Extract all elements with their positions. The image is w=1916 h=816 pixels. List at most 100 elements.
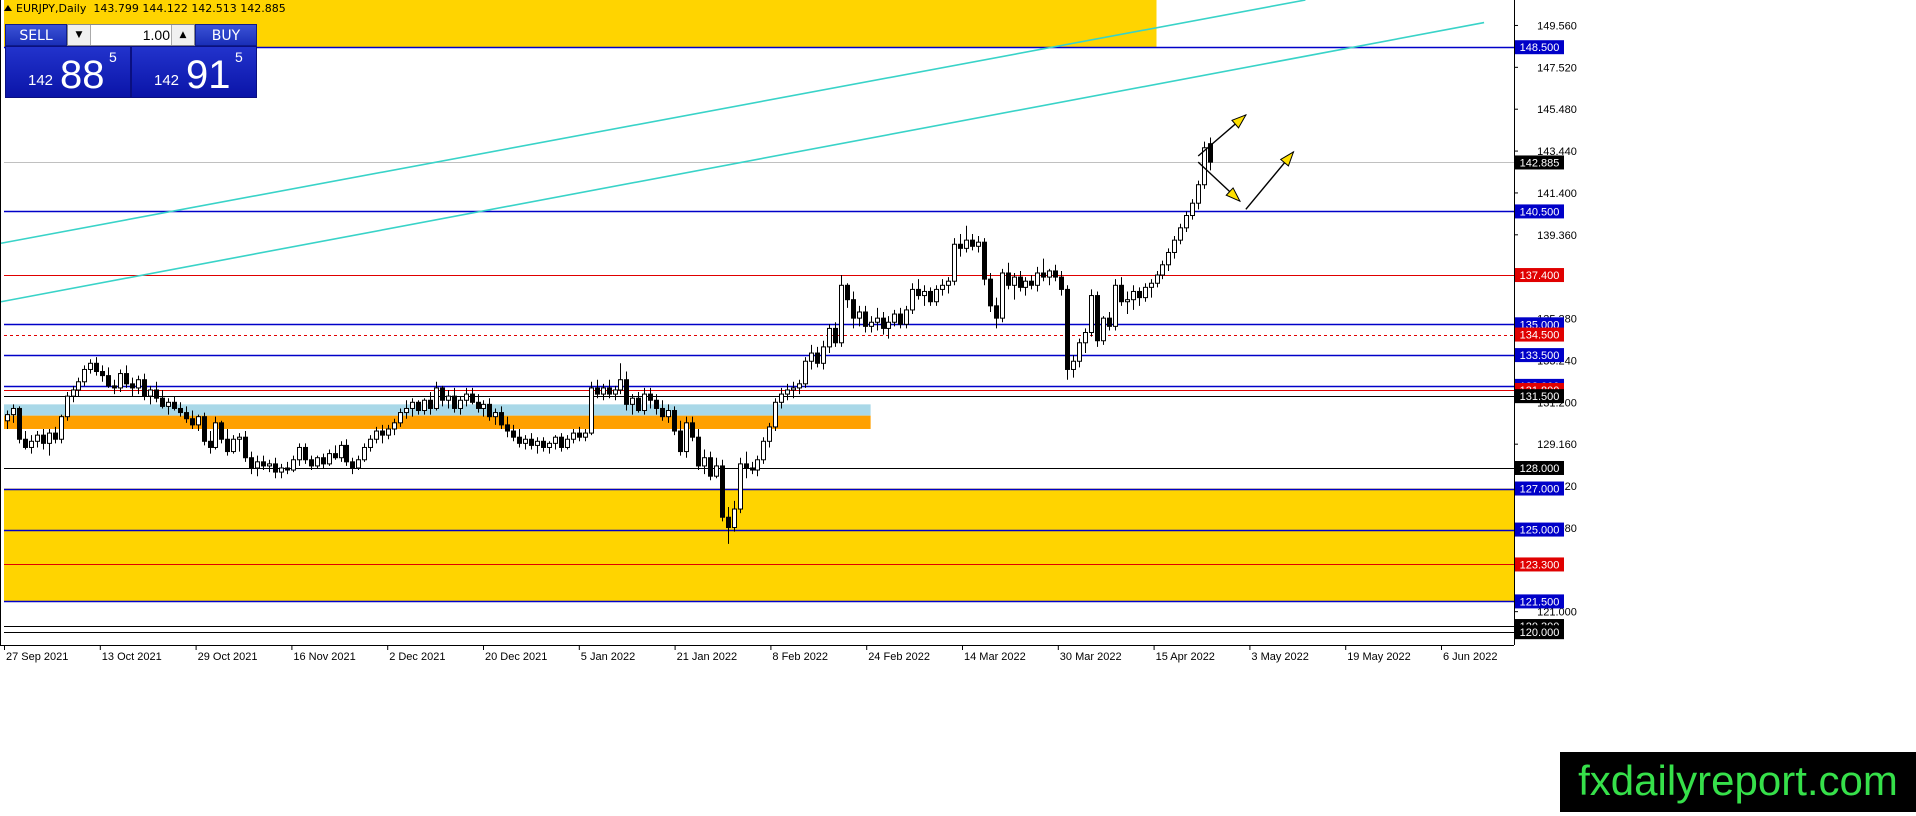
bull-candle — [553, 436, 558, 444]
x-tick-label: 27 Sep 2021 — [6, 651, 68, 663]
bear-candle — [261, 461, 266, 467]
bull-candle — [1012, 276, 1017, 286]
bull-candle — [922, 290, 927, 297]
price-label: 134.500 — [1520, 330, 1560, 342]
bull-candle — [839, 284, 844, 344]
bull-candle — [392, 422, 397, 430]
bear-candle — [428, 399, 433, 409]
bull-candle — [1160, 264, 1165, 276]
bear-candle — [416, 401, 421, 412]
bull-candle — [1155, 274, 1160, 284]
y-tick-label: 139.360 — [1537, 230, 1577, 242]
bear-candle — [17, 407, 22, 440]
bear-candle — [845, 284, 850, 301]
bear-candle — [696, 436, 701, 467]
bear-candle — [470, 393, 475, 403]
one-click-trading-panel: SELL ▼ ▲ BUY 142 88 5 142 91 5 — [5, 24, 257, 98]
bull-candle — [1113, 284, 1118, 327]
y-tick-label: 121.000 — [1537, 607, 1577, 619]
bull-candle — [11, 407, 16, 416]
bear-candle — [219, 422, 224, 440]
bull-candle — [892, 313, 897, 323]
bear-candle — [708, 457, 713, 477]
bull-candle — [642, 393, 647, 412]
lot-size-control: ▼ ▲ — [67, 24, 195, 46]
lot-decrease-icon[interactable]: ▼ — [68, 25, 91, 45]
bear-candle — [1006, 272, 1011, 286]
bear-candle — [53, 432, 58, 440]
bull-candle — [1172, 239, 1177, 253]
bull-candle — [297, 446, 302, 461]
x-tick-label: 15 Apr 2022 — [1156, 651, 1215, 663]
bull-candle — [279, 467, 284, 473]
lot-increase-icon[interactable]: ▲ — [171, 25, 194, 45]
bull-candle — [213, 422, 218, 448]
bull-candle — [1023, 280, 1028, 288]
bear-candle — [928, 290, 933, 303]
bull-candle — [166, 401, 171, 407]
bear-candle — [851, 299, 856, 319]
symbol-timeframe: EURJPY,Daily — [16, 2, 87, 15]
bear-candle — [344, 444, 349, 463]
bear-candle — [1029, 280, 1034, 286]
bear-candle — [154, 389, 159, 399]
bear-candle — [106, 375, 111, 387]
price-label: 120.000 — [1520, 627, 1560, 639]
collapse-triangle-icon[interactable] — [4, 5, 12, 11]
y-tick-label: 141.400 — [1537, 188, 1577, 200]
bull-candle — [446, 395, 451, 401]
chart-title: EURJPY,Daily 143.799 144.122 142.513 142… — [4, 2, 286, 15]
bear-candle — [124, 373, 129, 385]
bear-candle — [750, 467, 755, 471]
watermark-logo: fxdailyreport.com — [1560, 752, 1916, 812]
bull-candle — [493, 412, 498, 418]
bear-candle — [487, 403, 492, 418]
price-label: 128.000 — [1520, 463, 1560, 475]
bull-candle — [386, 428, 391, 436]
bear-candle — [303, 446, 308, 461]
bull-candle — [231, 438, 236, 453]
bear-candle — [142, 379, 147, 397]
bull-candle — [1071, 360, 1076, 370]
bull-candle — [535, 440, 540, 446]
buy-button[interactable]: BUY — [195, 24, 257, 46]
bear-candle — [243, 436, 248, 459]
bear-candle — [636, 397, 641, 412]
bull-candle — [630, 397, 635, 405]
bull-candle — [1125, 299, 1130, 303]
bear-candle — [172, 401, 177, 409]
bull-candle — [827, 327, 832, 348]
bull-candle — [1166, 251, 1171, 266]
bear-candle — [916, 288, 921, 297]
bear-candle — [380, 430, 385, 436]
bull-candle — [797, 383, 802, 389]
bull-candle — [404, 407, 409, 414]
bid-fraction: 5 — [109, 49, 117, 65]
bear-candle — [452, 395, 457, 409]
bull-candle — [803, 360, 808, 385]
x-tick-label: 29 Oct 2021 — [198, 651, 258, 663]
bull-candle — [779, 393, 784, 403]
bull-candle — [434, 387, 439, 409]
zone-orange-band — [4, 415, 871, 429]
bear-candle — [333, 453, 338, 459]
sell-button[interactable]: SELL — [5, 24, 67, 46]
bull-candle — [5, 414, 10, 422]
price-label: 125.000 — [1520, 525, 1560, 537]
bear-candle — [624, 379, 629, 405]
bear-candle — [654, 399, 659, 409]
ask-pips: 91 — [186, 53, 231, 97]
bull-candle — [940, 284, 945, 290]
sell-price-button[interactable]: 142 88 5 — [5, 46, 131, 98]
lot-size-input[interactable] — [92, 26, 174, 44]
bull-candle — [714, 465, 719, 477]
bull-candle — [684, 422, 689, 453]
price-chart[interactable]: 149.560 147.520 145.480 143.440 141.400 139.3… — [0, 0, 1916, 812]
x-tick-label: 30 Mar 2022 — [1060, 651, 1122, 663]
bull-candle — [1131, 290, 1136, 301]
buy-price-button[interactable]: 142 91 5 — [131, 46, 257, 98]
chart-canvas[interactable]: 149.560147.520145.480143.440141.400139.3… — [0, 0, 1916, 812]
bear-candle — [94, 362, 99, 373]
bear-candle — [595, 387, 600, 395]
x-tick-label: 24 Feb 2022 — [868, 651, 930, 663]
